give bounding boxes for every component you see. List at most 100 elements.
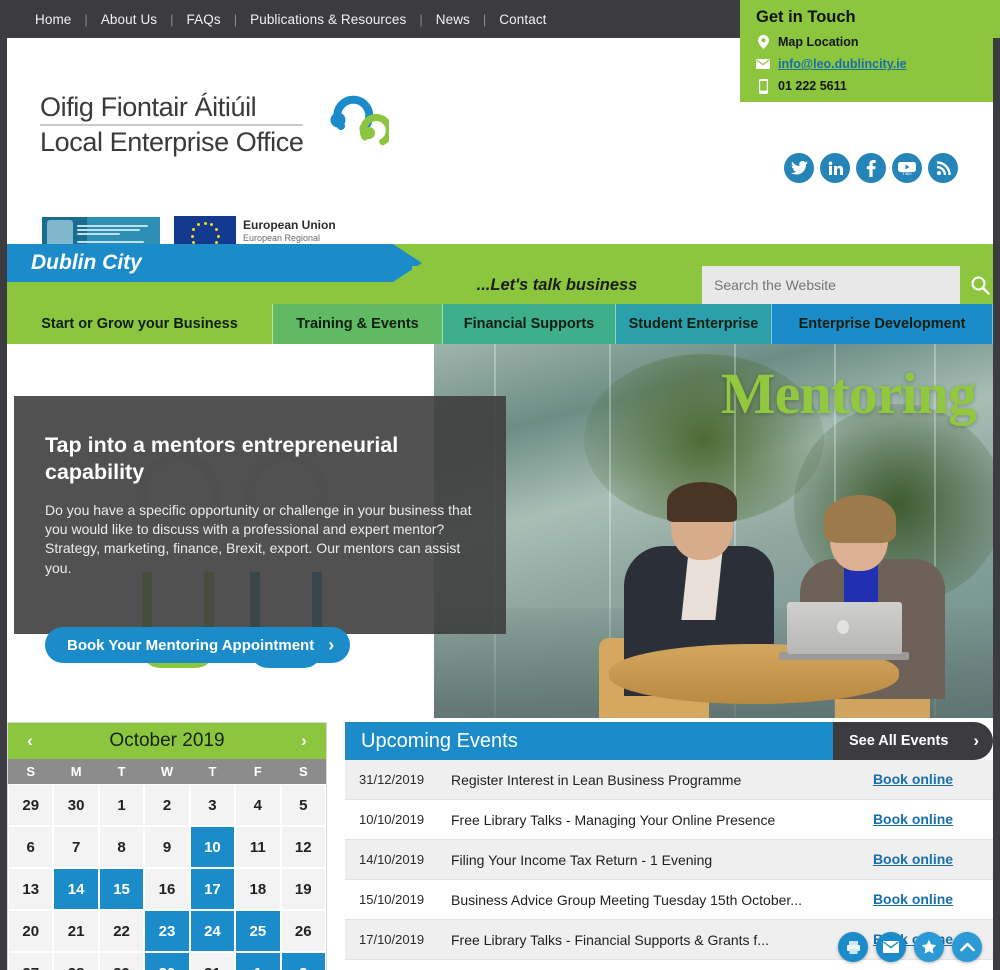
calendar-day-cell[interactable]: 30 bbox=[144, 952, 190, 970]
calendar-day-cell[interactable]: 3 bbox=[189, 784, 236, 826]
book-mentoring-button[interactable]: Book Your Mentoring Appointment › bbox=[45, 627, 351, 663]
calendar-day-cell[interactable]: 12 bbox=[280, 826, 326, 868]
rss-icon[interactable] bbox=[928, 153, 958, 183]
map-location-label: Map Location bbox=[778, 35, 859, 49]
favorite-star-icon[interactable] bbox=[914, 932, 944, 962]
mainnav-training-events[interactable]: Training & Events bbox=[273, 304, 443, 344]
calendar-day-cell[interactable]: 29 bbox=[98, 952, 145, 970]
hero-laptop bbox=[779, 602, 909, 660]
calendar-day-cell[interactable]: 23 bbox=[144, 910, 190, 952]
event-date: 10/10/2019 bbox=[359, 812, 425, 827]
calendar-day-cell[interactable]: 5 bbox=[280, 784, 326, 826]
calendar-day-cell[interactable]: 22 bbox=[98, 910, 145, 952]
calendar-day-cell[interactable]: 11 bbox=[235, 826, 281, 868]
calendar-day-cell[interactable]: 26 bbox=[280, 910, 326, 952]
calendar-day-cell[interactable]: 15 bbox=[98, 868, 145, 910]
calendar-day-cell[interactable]: 7 bbox=[53, 826, 99, 868]
tagline-text: ...Let's talk business bbox=[476, 275, 638, 294]
book-online-link[interactable]: Book online bbox=[873, 891, 953, 907]
calendar-day-cell[interactable]: 21 bbox=[53, 910, 99, 952]
hero-body-text: Do you have a specific opportunity or ch… bbox=[45, 501, 472, 576]
calendar-grid: 29 30 1 2 3 4 5 6 7 8 9 10 11 12 13 14 15 16 17 18 19 20 21 22 2… bbox=[8, 784, 326, 970]
event-date: 14/10/2019 bbox=[359, 852, 425, 867]
topnav-link-publications-resources[interactable]: Publications & Resources bbox=[237, 12, 419, 27]
see-all-events-button[interactable]: See All Events › bbox=[833, 722, 993, 760]
calendar-day-cell[interactable]: 9 bbox=[144, 826, 190, 868]
event-title[interactable]: Business Advice Group Meeting Tuesday 15… bbox=[445, 892, 833, 908]
calendar-day-cell[interactable]: 1 bbox=[98, 784, 145, 826]
scroll-to-top-icon[interactable] bbox=[952, 932, 982, 962]
calendar-day-cell[interactable]: 17 bbox=[189, 868, 236, 910]
topnav-link-about-us[interactable]: About Us bbox=[88, 12, 170, 27]
calendar-day-cell[interactable]: 18 bbox=[235, 868, 281, 910]
event-title[interactable]: Filing Your Income Tax Return - 1 Evenin… bbox=[445, 852, 833, 868]
topnav-link-news[interactable]: News bbox=[423, 12, 483, 27]
search-bar bbox=[702, 266, 1000, 304]
calendar-header: ‹ October 2019 › bbox=[8, 723, 326, 759]
calendar-day-cell[interactable]: 19 bbox=[280, 868, 326, 910]
email-row[interactable]: info@leo.dublincity.ie bbox=[756, 56, 1000, 72]
upcoming-events: Upcoming Events See All Events › 31/12/2… bbox=[345, 722, 993, 960]
calendar-day-cell[interactable]: 30 bbox=[53, 784, 99, 826]
mainnav-enterprise-development[interactable]: Enterprise Development bbox=[772, 304, 993, 344]
calendar-day-cell[interactable]: 16 bbox=[144, 868, 190, 910]
book-online-link[interactable]: Book online bbox=[873, 811, 953, 827]
calendar-day-cell[interactable]: 6 bbox=[8, 826, 54, 868]
event-title[interactable]: Free Library Talks - Managing Your Onlin… bbox=[445, 812, 833, 828]
search-input[interactable] bbox=[702, 266, 960, 304]
page-root: Home | About Us | FAQs | Publications & Resour… bbox=[0, 0, 1000, 970]
site-logo[interactable]: Oifig Fiontair Áitiúil Local Enterprise … bbox=[40, 92, 394, 157]
book-online-link[interactable]: Book online bbox=[873, 771, 953, 787]
event-row: 10/10/2019 Free Library Talks - Managing … bbox=[345, 800, 993, 840]
chevron-right-icon: › bbox=[973, 731, 979, 750]
eu-star bbox=[197, 223, 200, 227]
topnav-link-home[interactable]: Home bbox=[22, 12, 84, 27]
main-navigation: Start or Grow your Business Training & Ev… bbox=[0, 304, 1000, 344]
linkedin-icon[interactable] bbox=[820, 153, 850, 183]
calendar-day-cell[interactable]: 28 bbox=[53, 952, 99, 970]
calendar-day-cell[interactable]: 24 bbox=[189, 910, 236, 952]
map-location-row[interactable]: Map Location bbox=[756, 34, 1000, 50]
eu-star bbox=[210, 223, 213, 227]
book-mentoring-label: Book Your Mentoring Appointment bbox=[67, 636, 315, 654]
calendar-day-cell[interactable]: 10 bbox=[189, 826, 236, 868]
event-title[interactable]: Register Interest in Lean Business Progr… bbox=[445, 772, 833, 788]
social-links: Tube bbox=[784, 153, 958, 183]
topnav-link-faqs[interactable]: FAQs bbox=[174, 12, 234, 27]
top-navigation: Home | About Us | FAQs | Publications & Resour… bbox=[0, 12, 560, 27]
event-title[interactable]: Free Library Talks - Financial Supports … bbox=[445, 932, 833, 948]
calendar-day-cell[interactable]: 1 bbox=[235, 952, 281, 970]
calendar-day-cell[interactable]: 2 bbox=[280, 952, 326, 970]
calendar-prev-month-button[interactable]: ‹ bbox=[20, 731, 40, 751]
calendar-day-cell[interactable]: 25 bbox=[235, 910, 281, 952]
calendar-next-month-button[interactable]: › bbox=[294, 731, 314, 751]
calendar-day-cell[interactable]: 14 bbox=[53, 868, 99, 910]
calendar-dow-0: S bbox=[26, 764, 36, 779]
mainnav-financial-supports[interactable]: Financial Supports bbox=[443, 304, 616, 344]
calendar-day-cell[interactable]: 29 bbox=[8, 784, 54, 826]
email-link[interactable]: info@leo.dublincity.ie bbox=[778, 57, 907, 71]
calendar-month-label: October 2019 bbox=[109, 730, 225, 751]
print-icon[interactable] bbox=[838, 932, 868, 962]
book-online-link[interactable]: Book online bbox=[873, 851, 953, 867]
calendar-day-cell[interactable]: 4 bbox=[235, 784, 281, 826]
calendar-day-cell[interactable]: 8 bbox=[98, 826, 145, 868]
page-right-edge bbox=[993, 38, 1000, 970]
facebook-icon[interactable] bbox=[856, 153, 886, 183]
topnav-link-contact[interactable]: Contact bbox=[486, 12, 559, 27]
youtube-icon[interactable]: Tube bbox=[892, 153, 922, 183]
calendar-day-cell[interactable]: 13 bbox=[8, 868, 54, 910]
calendar-day-cell[interactable]: 31 bbox=[189, 952, 236, 970]
calendar-day-cell[interactable]: 20 bbox=[8, 910, 54, 952]
calendar-day-cell[interactable]: 27 bbox=[8, 952, 54, 970]
page-left-edge bbox=[0, 38, 7, 970]
calendar-day-cell[interactable]: 2 bbox=[144, 784, 190, 826]
email-icon[interactable] bbox=[876, 932, 906, 962]
mainnav-student-enterprise[interactable]: Student Enterprise bbox=[616, 304, 772, 344]
phone-row[interactable]: 01 222 5611 bbox=[756, 78, 1000, 94]
phone-number: 01 222 5611 bbox=[778, 79, 847, 93]
tagline-block: ...Let's talk business bbox=[412, 266, 702, 304]
mainnav-start-or-grow-your-business[interactable]: Start or Grow your Business bbox=[7, 304, 273, 344]
region-banner: Dublin City ...Let's talk business bbox=[0, 244, 1000, 304]
twitter-icon[interactable] bbox=[784, 153, 814, 183]
